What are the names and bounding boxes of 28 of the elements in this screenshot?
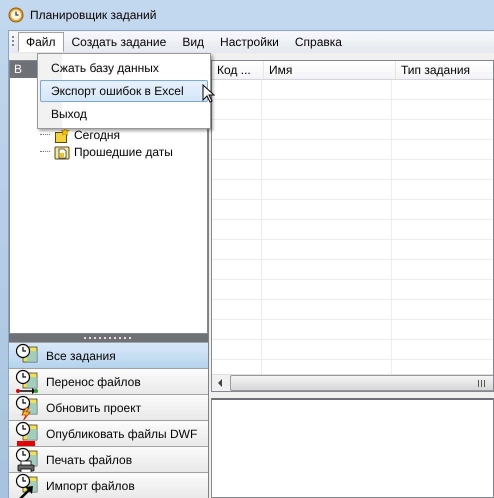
task-type-button[interactable]: Печать файлов [9,446,208,472]
clock-printer-icon [15,446,39,472]
clock-document-icon [15,420,39,446]
menu-entry[interactable]: Выход [40,103,208,125]
window-title: Планировщик заданий [30,8,156,22]
clock-arrow-icon [15,472,39,498]
menu-item[interactable]: Создать задание [64,32,174,52]
task-type-button[interactable]: Перенос файлов [9,368,208,394]
task-type-button[interactable]: Обновить проект [9,394,208,420]
tree-item[interactable]: Прошедшие даты [74,144,173,158]
task-type-button[interactable]: Все задания [9,342,208,368]
task-type-button[interactable]: Импорт файлов [9,472,208,498]
document-folder-icon [54,144,70,160]
clock-icon [8,7,24,23]
clock-lightning-icon [15,394,39,420]
scroll-left-icon[interactable] [218,379,222,387]
task-type-button[interactable]: Опубликовать файлы DWF [9,420,208,446]
menu-item[interactable]: Справка [286,32,350,52]
clock-arrow-icon [15,368,39,394]
column-header[interactable]: Код ... [212,61,264,79]
menu-item[interactable]: Настройки [212,32,287,52]
menu-item[interactable]: Файл [18,32,64,52]
tree-item[interactable]: Сегодня [74,128,120,142]
star-folder-icon [54,126,70,142]
column-header[interactable]: Тип задания [396,61,493,79]
menu-item[interactable]: Вид [174,32,212,52]
menu-entry[interactable]: Экспорт ошибок в Excel [40,80,208,102]
column-header[interactable]: Имя [264,61,396,79]
